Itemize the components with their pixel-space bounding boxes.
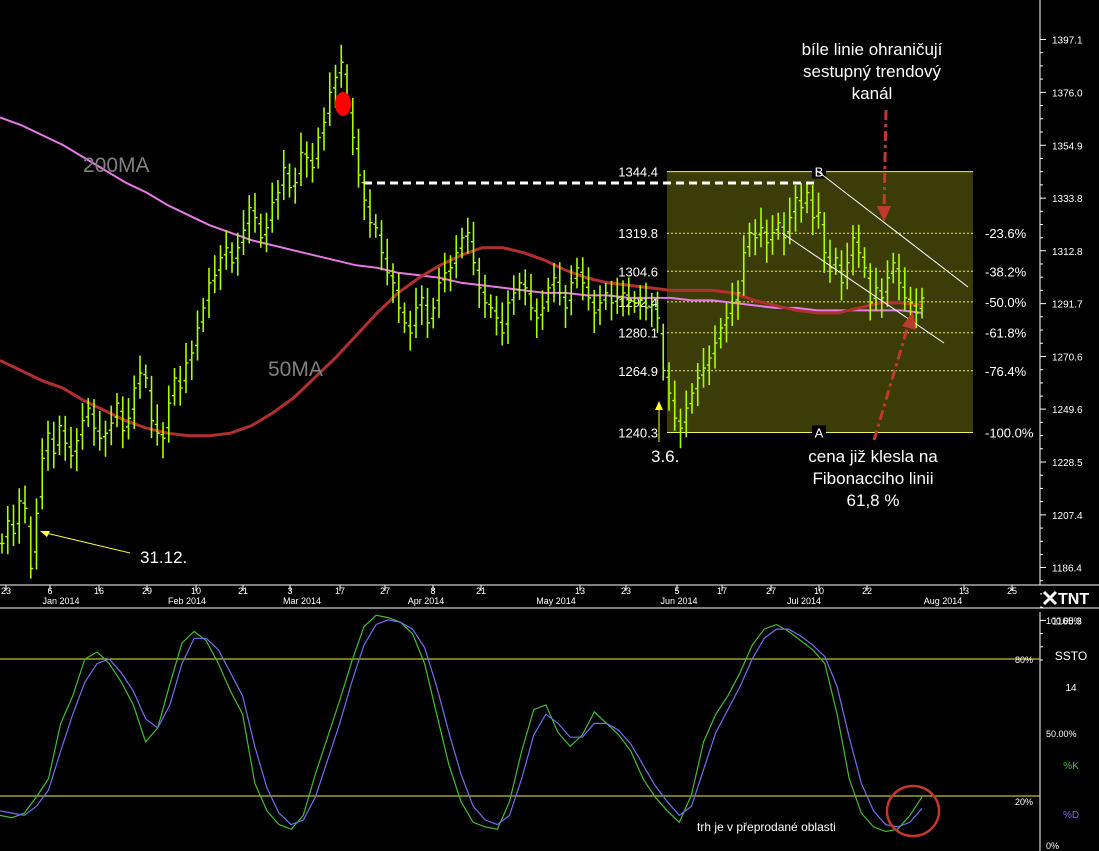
date-day-label: 27	[766, 586, 776, 596]
date-month-label: Jan 2014	[42, 596, 79, 606]
date-day-label: 27	[380, 586, 390, 596]
ssto-d-label: %D	[1063, 810, 1079, 821]
ssto-tick-50: 50.00%	[1046, 729, 1077, 739]
date-day-label: 21	[238, 586, 248, 596]
price-tick-label: 1186.4	[1052, 564, 1082, 575]
ssto-tick-0: 0%	[1046, 841, 1059, 851]
date-month-label: May 2014	[536, 596, 576, 606]
ma200-label: 200MA	[83, 154, 150, 177]
chart-root: 1344.4 1319.8 -23.6% 1304.6 -38.2% 1292.4 -50.…	[0, 0, 1099, 851]
date-day-label: 22	[862, 586, 872, 596]
date-day-label: 13	[575, 586, 585, 596]
fib-note-1: cena již klesla na	[808, 447, 938, 466]
date-day-label: 23	[621, 586, 631, 596]
date-day-label: 8	[430, 586, 435, 596]
fib-price-label: 1304.6	[618, 264, 658, 279]
fib-note-2: Fibonacciho linii	[813, 469, 934, 488]
date-day-label: 6	[47, 586, 52, 596]
fib-point-a-label: A	[815, 425, 824, 440]
date-ticks-layer: 23 6 16 29 10 21 3 17 27 8 21 13 23 5 17 27 10 22 13 25 Jan …	[1, 585, 1017, 606]
fib-pct-label: -50.0%	[985, 295, 1027, 310]
ssto-level-80-label: 80%	[1015, 655, 1033, 665]
price-tick-label: 1249.6	[1052, 405, 1083, 416]
jan-low-date: 31.12.	[140, 548, 187, 567]
jan-low-arrow-head	[40, 531, 50, 537]
date-day-label: 13	[959, 586, 969, 596]
ma50-label: 50MA	[268, 358, 323, 381]
ssto-tick-100: 100.00%	[1046, 616, 1082, 626]
date-month-label: Mar 2014	[283, 596, 321, 606]
fib-price-label: 1319.8	[618, 226, 658, 241]
fib-pct-label: -76.4%	[985, 364, 1027, 379]
price-tick-label: 1333.8	[1052, 194, 1083, 205]
date-day-label: 29	[142, 586, 152, 596]
top-marker-dot	[335, 92, 351, 116]
ssto-k-line	[0, 614, 923, 833]
channel-note-1: bíle linie ohraničují	[802, 40, 943, 59]
date-day-label: 10	[191, 586, 201, 596]
fibonacci-layer: 1344.41319.8 -23.6%1304.6 -38.2%1292.4 -50.…	[618, 164, 1034, 440]
ssto-k-label: %K	[1063, 761, 1079, 772]
oversold-note: trh je v přeprodané oblasti	[697, 820, 836, 834]
fib-price-label: 1280.1	[618, 326, 658, 341]
date-day-label: 5	[674, 586, 679, 596]
jan-low-arrow-line	[45, 532, 131, 554]
date-month-label: Jun 2014	[660, 596, 697, 606]
date-day-label: 17	[717, 586, 727, 596]
price-tick-label: 1312.8	[1052, 247, 1083, 258]
tnt-logo: TNT	[1042, 586, 1099, 608]
oscillator-layer	[0, 614, 1040, 833]
price-tick-label: 1397.1	[1052, 36, 1083, 47]
ssto-level-20-label: 20%	[1015, 797, 1033, 807]
fib-price-label: 1264.9	[618, 364, 658, 379]
fib-note-3: 61,8 %	[847, 491, 900, 510]
price-tick-label: 1270.6	[1052, 353, 1083, 364]
date-month-label: Apr 2014	[408, 596, 445, 606]
date-day-label: 25	[1007, 586, 1017, 596]
channel-note-arrow-line	[882, 109, 888, 211]
logo-text: TNT	[1058, 591, 1089, 608]
date-day-label: 3	[287, 586, 292, 596]
price-ticks-layer: 1397.1 1376.0 1354.9 1333.8 1312.8 1291.7 1270…	[1040, 36, 1083, 661]
price-chart-svg: 1344.41319.8 -23.6%1304.6 -38.2%1292.4 -50.…	[0, 0, 1099, 851]
date-month-label: Jul 2014	[787, 596, 821, 606]
jun-low-date: 3.6.	[651, 447, 679, 466]
date-day-label: 23	[1, 586, 11, 596]
fib-price-label: 1344.4	[618, 165, 658, 180]
channel-note-2: sestupný trendový	[803, 62, 941, 81]
jun-low-arrow-head	[655, 401, 663, 410]
fib-pct-label: -23.6%	[985, 226, 1027, 241]
fib-pct-label: -61.8%	[985, 326, 1027, 341]
fib-pct-label: -38.2%	[985, 264, 1027, 279]
price-tick-label: 1291.7	[1052, 300, 1083, 311]
price-tick-label: 1376.0	[1052, 88, 1083, 99]
date-day-label: 10	[814, 586, 824, 596]
price-tick-label: 1228.5	[1052, 458, 1083, 469]
ssto-title: SSTO	[1055, 649, 1087, 663]
price-tick-label: 1207.4	[1052, 511, 1083, 522]
date-day-label: 17	[335, 586, 345, 596]
channel-note-3: kanál	[852, 84, 893, 103]
ssto-period: 14	[1065, 683, 1077, 694]
fib-price-label: 1240.3	[618, 425, 658, 440]
fib-pct-label: -100.0%	[985, 425, 1034, 440]
date-month-label: Feb 2014	[168, 596, 206, 606]
date-month-label: Aug 2014	[924, 596, 963, 606]
date-day-label: 16	[94, 586, 104, 596]
date-day-label: 21	[476, 586, 486, 596]
price-tick-label: 1354.9	[1052, 141, 1083, 152]
